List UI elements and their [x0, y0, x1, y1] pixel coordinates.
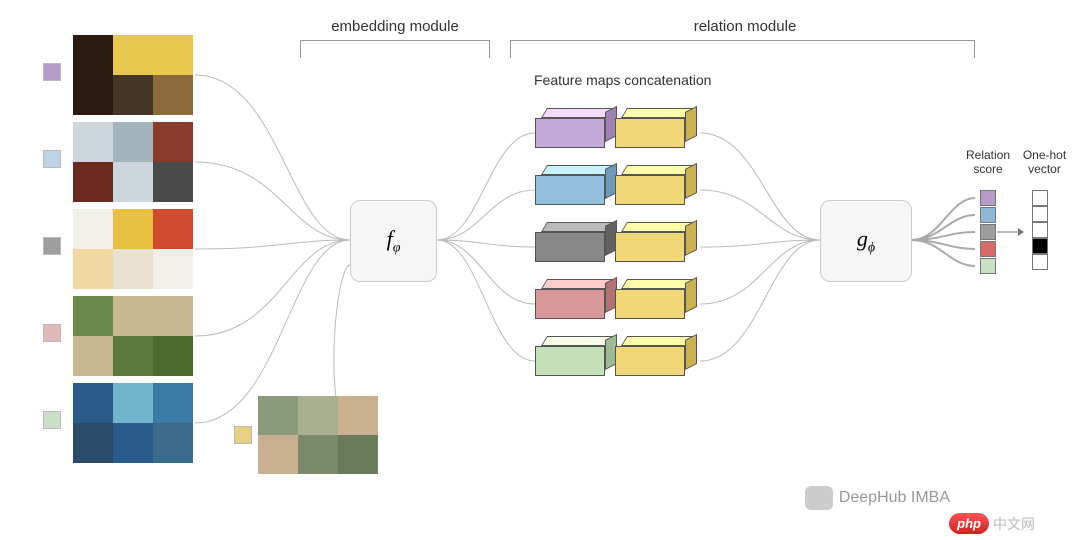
onehot-cell-1 — [1032, 206, 1048, 222]
support-thumbnail-1 — [73, 122, 193, 202]
g-phi-symbol: gϕ — [857, 226, 875, 256]
feature-cuboid-right-1 — [615, 175, 685, 205]
embedding-bracket — [300, 40, 490, 58]
class-swatch-4 — [43, 411, 61, 429]
feature-cuboid-left-1 — [535, 175, 605, 205]
onehot-label: One-hot vector — [1017, 148, 1072, 176]
f-phi-symbol: fφ — [387, 226, 401, 256]
class-swatch-3 — [43, 324, 61, 342]
feature-cuboid-right-0 — [615, 118, 685, 148]
php-watermark: php 中文网 — [949, 513, 1035, 534]
relation-module-label: relation module — [560, 18, 930, 35]
relation-score-cell-4 — [980, 258, 996, 274]
class-swatch-2 — [43, 237, 61, 255]
wechat-watermark: DeepHub IMBA — [805, 486, 950, 510]
relation-score-cell-2 — [980, 224, 996, 240]
feature-cuboid-left-0 — [535, 118, 605, 148]
onehot-cell-0 — [1032, 190, 1048, 206]
support-thumbnail-3 — [73, 296, 193, 376]
feature-maps-label: Feature maps concatenation — [534, 72, 711, 88]
embedding-module-label: embedding module — [300, 18, 490, 35]
feature-cuboid-left-4 — [535, 346, 605, 376]
relation-score-label: Relation score — [963, 148, 1013, 176]
feature-cuboid-right-2 — [615, 232, 685, 262]
wechat-icon — [805, 486, 833, 510]
relation-score-cell-1 — [980, 207, 996, 223]
feature-cuboid-left-3 — [535, 289, 605, 319]
relation-module-box: gϕ — [820, 200, 912, 282]
onehot-cell-2 — [1032, 222, 1048, 238]
onehot-cell-3 — [1032, 238, 1048, 254]
relation-score-cell-3 — [980, 241, 996, 257]
relation-bracket — [510, 40, 975, 58]
query-swatch — [234, 426, 252, 444]
feature-cuboid-right-3 — [615, 289, 685, 319]
support-thumbnail-0 — [73, 35, 193, 115]
onehot-cell-4 — [1032, 254, 1048, 270]
relation-score-cell-0 — [980, 190, 996, 206]
support-thumbnail-2 — [73, 209, 193, 289]
class-swatch-0 — [43, 63, 61, 81]
embedding-module-box: fφ — [350, 200, 437, 282]
support-thumbnail-4 — [73, 383, 193, 463]
feature-cuboid-right-4 — [615, 346, 685, 376]
feature-cuboid-left-2 — [535, 232, 605, 262]
class-swatch-1 — [43, 150, 61, 168]
query-thumbnail — [258, 396, 378, 474]
